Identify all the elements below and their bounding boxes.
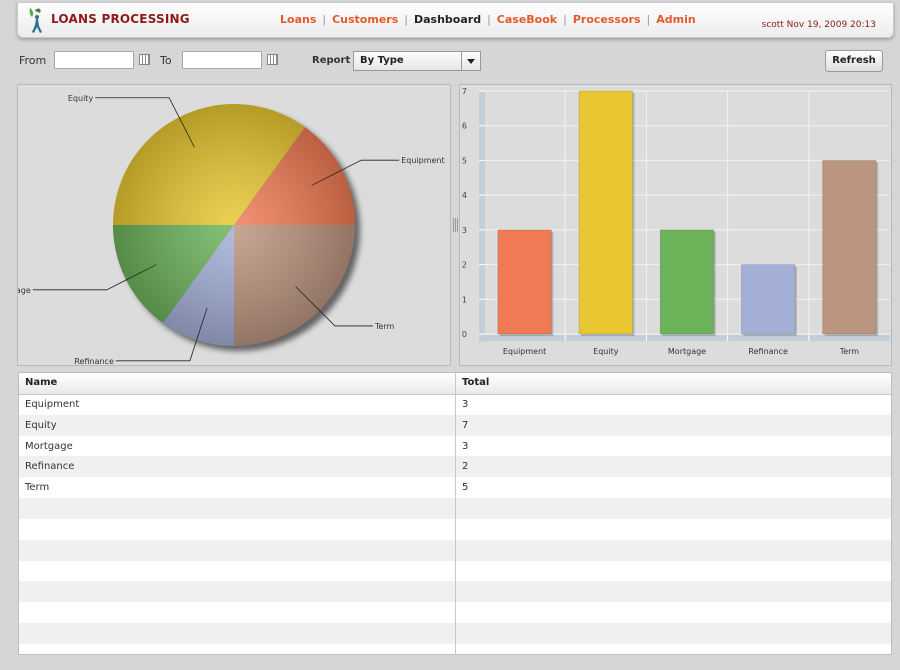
filter-toolbar: From To Report By Type Refresh: [18, 50, 892, 72]
report-label: Report: [312, 55, 351, 66]
pie-label-equity: Equity: [68, 94, 94, 103]
nav-separator: |: [487, 13, 491, 26]
cell-name: Refinance: [25, 461, 75, 473]
cell-name: Equipment: [25, 399, 80, 410]
cell-total: 5: [462, 482, 469, 494]
cell-name: Term: [25, 482, 50, 494]
user-info: scott Nov 19, 2009 20:13: [761, 20, 876, 30]
pie-label-mortgage: Mortgage: [18, 286, 31, 295]
cell-total: 3: [462, 399, 469, 410]
nav-dashboard[interactable]: Dashboard: [414, 13, 481, 26]
bar-chart-panel: 0 1 2 3 4 5 6 7 Equipment Equity Mortgage Refinance…: [459, 84, 892, 366]
cell-total: 2: [462, 461, 469, 473]
y-tick-label: 6: [462, 122, 467, 131]
y-axis-strip: [479, 91, 485, 342]
bar-mortgage[interactable]: [659, 229, 715, 335]
header-bar: LOANS PROCESSING Loans | Customers | Dashboa…: [17, 2, 894, 38]
bar-chart: 0 1 2 3 4 5 6 7 Equipment Equity Mortgage Refinance…: [462, 87, 890, 356]
from-label: From: [19, 54, 47, 67]
pie-slice-term[interactable]: [234, 225, 355, 346]
to-date-input[interactable]: [182, 51, 262, 69]
bar-refinance[interactable]: [741, 264, 796, 335]
y-tick-label: 3: [462, 226, 467, 235]
x-tick-label: Equipment: [503, 347, 546, 356]
leaf-person-logo-icon: [29, 8, 42, 33]
x-tick-label: Mortgage: [668, 347, 706, 356]
nav-separator: |: [646, 13, 651, 26]
cell-name: Equity: [25, 419, 57, 431]
x-tick-label: Refinance: [748, 347, 788, 356]
nav-processors[interactable]: Processors: [573, 13, 641, 26]
x-tick-label: Equity: [593, 347, 619, 356]
y-tick-label: 7: [462, 87, 467, 96]
summary-table: Name Total Equipment 3 Equity 7 Mortgage 3 Ref…: [18, 372, 892, 655]
calendar-icon[interactable]: [139, 54, 150, 65]
splitter-handle[interactable]: [453, 218, 458, 232]
column-header-name[interactable]: Name: [25, 377, 57, 388]
app-title: LOANS PROCESSING: [51, 12, 190, 26]
y-tick-label: 0: [462, 330, 467, 339]
nav-loans[interactable]: Loans: [280, 13, 316, 26]
main-nav: Loans | Customers | Dashboard | CaseBook | Proce…: [280, 13, 696, 26]
cell-total: 7: [462, 419, 469, 431]
pie-label-equipment: Equipment: [401, 156, 444, 165]
x-tick-label: Term: [839, 347, 860, 356]
report-select-value: By Type: [360, 55, 404, 66]
report-select[interactable]: By Type: [353, 51, 481, 71]
chevron-down-icon[interactable]: [461, 52, 480, 70]
y-tick-label: 5: [462, 156, 467, 165]
pie-chart: Equipment Equity Mortgage Refinance Term: [0, 94, 445, 366]
bar-term[interactable]: [822, 160, 877, 335]
cell-total: 3: [462, 440, 469, 452]
y-tick-label: 1: [462, 295, 467, 304]
nav-casebook[interactable]: CaseBook: [497, 13, 557, 26]
calendar-icon[interactable]: [267, 54, 278, 65]
pie-label-term: Term: [374, 322, 395, 331]
column-header-total[interactable]: Total: [462, 377, 489, 388]
nav-separator: |: [563, 13, 567, 26]
bar-equity[interactable]: [578, 90, 633, 335]
nav-customers[interactable]: Customers: [332, 13, 398, 26]
bar-equipment[interactable]: [497, 229, 552, 335]
to-label: To: [160, 54, 172, 67]
y-tick-label: 4: [462, 191, 467, 200]
pie-label-refinance: Refinance: [74, 357, 114, 365]
pie-chart-panel: Equipment Equity Mortgage Refinance Term: [0, 84, 451, 366]
y-tick-label: 2: [462, 261, 467, 270]
nav-separator: |: [404, 13, 408, 26]
cell-name: Mortgage: [25, 440, 73, 452]
column-divider: [455, 373, 456, 654]
nav-admin[interactable]: Admin: [656, 13, 695, 26]
from-date-input[interactable]: [54, 51, 134, 69]
refresh-button[interactable]: Refresh: [825, 50, 883, 72]
nav-separator: |: [322, 13, 327, 26]
